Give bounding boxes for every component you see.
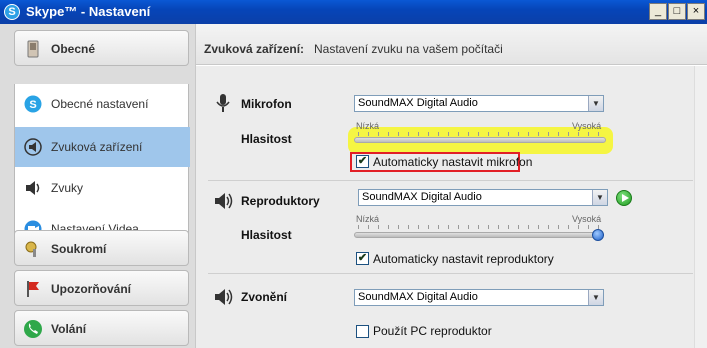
microphone-label: Mikrofon	[241, 97, 292, 111]
maximize-button[interactable]: □	[668, 3, 686, 20]
audio-device-icon	[24, 138, 42, 156]
chevron-down-icon: ▼	[588, 96, 603, 111]
category-label: Soukromí	[51, 242, 107, 256]
flag-icon	[27, 281, 39, 297]
page-subtitle: Nastavení zvuku na vašem počítači	[314, 42, 503, 56]
chevron-down-icon: ▼	[588, 290, 603, 305]
pc-speaker-label: Použít PC reproduktor	[373, 324, 492, 338]
microphone-auto-checkbox[interactable]: ✔	[356, 155, 369, 168]
section-header: Zvuková zařízení: Nastavení zvuku na vaš…	[196, 24, 707, 65]
general-subitems: S Obecné nastavení Zvuková zařízení Zvuk…	[14, 84, 190, 251]
title-bar: S Skype™ - Nastavení _ □ ×	[0, 0, 707, 24]
microphone-auto-label: Automaticky nastavit mikrofon	[373, 155, 533, 169]
content-scrollbar[interactable]	[694, 66, 707, 348]
speakers-device-value: SoundMAX Digital Audio	[362, 191, 482, 203]
category-general[interactable]: Obecné	[14, 30, 189, 66]
sidebar-item-sounds[interactable]: Zvuky	[15, 168, 190, 208]
speakers-auto-label: Automaticky nastavit reproduktory	[373, 252, 554, 266]
volume-ticks	[358, 132, 603, 136]
ringing-device-select[interactable]: SoundMAX Digital Audio ▼	[354, 289, 604, 306]
speakers-volume-slider[interactable]	[354, 232, 604, 238]
skype-logo-icon: S	[24, 95, 42, 113]
phone-icon	[24, 320, 42, 338]
skype-app-icon: S	[4, 4, 20, 20]
category-label: Upozorňování	[51, 282, 131, 296]
ringing-label: Zvonění	[241, 290, 288, 304]
microphone-device-select[interactable]: SoundMAX Digital Audio ▼	[354, 95, 604, 112]
chevron-down-icon: ▼	[592, 190, 607, 205]
settings-switch-icon	[27, 40, 39, 58]
sidebar-item-general-settings[interactable]: S Obecné nastavení	[15, 84, 190, 124]
microphone-icon	[216, 94, 230, 112]
category-label: Volání	[51, 322, 87, 336]
lock-key-icon	[25, 241, 37, 257]
sidebar-item-audio-devices[interactable]: Zvuková zařízení	[15, 127, 190, 167]
sidebar-item-label: Zvuky	[51, 181, 84, 195]
category-privacy[interactable]: Soukromí	[14, 230, 189, 266]
divider	[208, 180, 693, 181]
page-title: Zvuková zařízení:	[204, 42, 305, 56]
volume-high-label: Vysoká	[572, 214, 602, 224]
ringing-speaker-icon	[215, 289, 233, 305]
speaker-icon	[215, 193, 233, 209]
divider	[208, 273, 693, 274]
speakers-volume-label: Hlasitost	[241, 228, 292, 242]
sidebar-item-label: Zvuková zařízení	[51, 140, 143, 154]
microphone-volume-label: Hlasitost	[241, 132, 292, 146]
speakers-auto-checkbox[interactable]: ✔	[356, 252, 369, 265]
minimize-button[interactable]: _	[649, 3, 667, 20]
speakers-device-select[interactable]: SoundMAX Digital Audio ▼	[358, 189, 608, 206]
volume-low-label: Nízká	[356, 214, 380, 224]
pc-speaker-checkbox[interactable]	[356, 325, 369, 338]
window-title: Skype™ - Nastavení	[26, 4, 151, 19]
speaker-icon	[26, 181, 40, 195]
category-notifications[interactable]: Upozorňování	[14, 270, 189, 306]
volume-ticks	[358, 225, 603, 229]
volume-low-label: Nízká	[356, 121, 380, 131]
category-calls[interactable]: Volání	[14, 310, 189, 346]
microphone-volume-slider[interactable]	[354, 137, 606, 143]
sidebar-item-label: Obecné nastavení	[51, 97, 149, 111]
close-button[interactable]: ×	[687, 3, 705, 20]
ringing-device-value: SoundMAX Digital Audio	[358, 291, 478, 303]
microphone-device-value: SoundMAX Digital Audio	[358, 97, 478, 109]
speakers-volume-knob[interactable]	[592, 229, 604, 241]
volume-high-label: Vysoká	[572, 121, 602, 131]
play-test-button[interactable]	[616, 190, 632, 206]
settings-content: Zvuková zařízení: Nastavení zvuku na vaš…	[196, 24, 707, 348]
settings-sidebar: Obecné S Obecné nastavení Zvuková zaříze…	[0, 24, 196, 348]
speakers-label: Reproduktory	[241, 194, 320, 208]
category-label: Obecné	[51, 42, 96, 56]
svg-text:S: S	[29, 99, 36, 111]
